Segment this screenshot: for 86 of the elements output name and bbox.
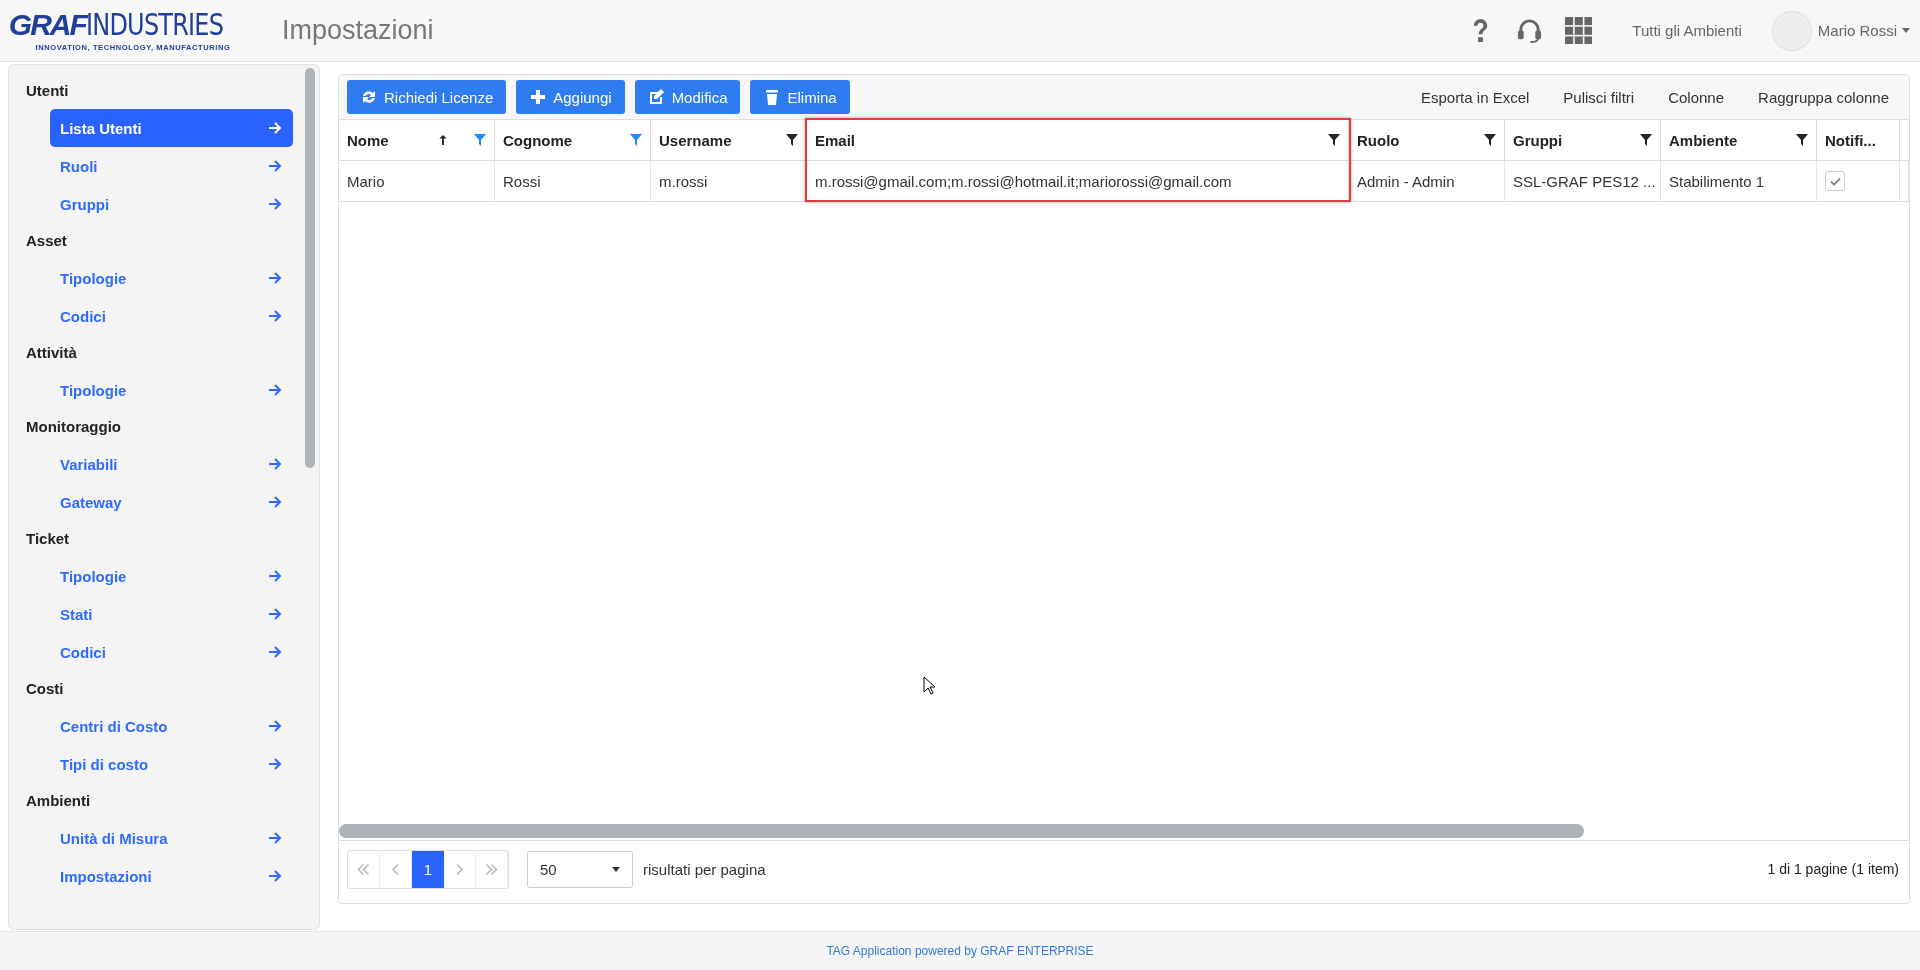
section-heading: Utenti (25, 81, 70, 101)
sidebar-item[interactable]: Gateway (50, 483, 293, 521)
sidebar-item[interactable]: Ruoli (50, 147, 293, 185)
arrow-right-icon (268, 832, 282, 844)
arrow-right-icon (268, 310, 282, 322)
page-summary: 1 di 1 pagine (1 item) (1767, 861, 1899, 877)
toolbar-button[interactable]: Elimina (750, 80, 850, 114)
sidebar-item[interactable]: Stati (50, 595, 293, 633)
refresh-icon (360, 88, 378, 106)
caret-icon (612, 866, 620, 872)
sidebar-item[interactable]: Tipi di costo (50, 745, 293, 783)
arrow-right-icon (268, 570, 282, 582)
sidebar-item[interactable]: Lista Utenti (50, 109, 293, 147)
column-header[interactable]: Ambiente (1660, 120, 1817, 161)
sidebar-item[interactable]: Centri di Costo (50, 707, 293, 745)
filter-icon[interactable] (786, 134, 798, 146)
arrow-right-icon (268, 870, 282, 882)
column-header[interactable]: Nome (339, 120, 495, 161)
column-header[interactable]: Notifi... (1816, 120, 1900, 161)
sidebar-item[interactable]: Tipologie (50, 259, 293, 297)
footer-text: TAG Application powered by GRAF ENTERPRISE (826, 944, 1094, 958)
sidebar-item[interactable]: Variabili (50, 445, 293, 483)
user-menu[interactable]: Mario Rossi (1817, 22, 1910, 39)
section-heading: Monitoraggio (25, 417, 122, 437)
arrow-right-icon (268, 646, 282, 658)
arrow-right-icon (268, 496, 282, 508)
filter-icon[interactable] (1640, 134, 1652, 146)
table-cell: Rossi (494, 160, 651, 202)
sort-arrow-icon[interactable] (438, 134, 448, 146)
sidebar-item[interactable]: Tipologie (50, 557, 293, 595)
column-header[interactable]: Ruolo (1348, 120, 1505, 161)
arrow-right-icon (268, 160, 282, 172)
headset-icon[interactable] (1516, 17, 1544, 44)
sidebar-item[interactable]: Impostazioni (50, 857, 293, 895)
filter-icon[interactable] (1796, 134, 1808, 146)
page-title: Impostazioni (282, 15, 434, 46)
section-heading: Costi (25, 679, 65, 699)
section-heading: Ticket (25, 529, 71, 549)
sidebar-item[interactable]: Codici (50, 297, 293, 335)
notification-checkbox[interactable] (1825, 171, 1845, 191)
table-cell: Mario (339, 160, 495, 202)
section-heading: Attività (25, 343, 78, 363)
filter-icon[interactable] (1328, 134, 1340, 146)
arrow-right-icon (268, 272, 282, 284)
page-size-label: risultati per pagina (643, 860, 766, 878)
filter-icon[interactable] (1484, 134, 1496, 146)
column-header[interactable]: Gruppi (1504, 120, 1661, 161)
sidebar-item[interactable]: Unità di Misura (50, 819, 293, 857)
mouse-cursor-icon (923, 676, 935, 695)
page-size-dropdown[interactable]: 50 (527, 850, 633, 888)
toolbar-button[interactable]: Richiedi Licenze (347, 80, 507, 114)
table-cell: m.rossi (650, 160, 807, 202)
plus-icon (529, 88, 548, 106)
arrow-right-icon (268, 758, 282, 770)
arrow-right-icon (268, 458, 282, 470)
sidebar-item[interactable]: Codici (50, 633, 293, 671)
table-cell: Stabilimento 1 (1660, 160, 1817, 202)
arrow-right-icon (268, 198, 282, 210)
table-cell: SSL-GRAF PES12 ... (1504, 160, 1661, 202)
toolbar-button[interactable]: Aggiungi (516, 80, 625, 114)
apps-grid-icon[interactable] (1565, 17, 1593, 44)
column-header[interactable]: Cognome (494, 120, 651, 161)
scrollbar-thumb[interactable] (339, 824, 1584, 838)
table-cell: Admin - Admin (1348, 160, 1505, 202)
section-heading: Asset (25, 231, 68, 251)
toolbar-link[interactable]: Pulisci filtri (1563, 88, 1635, 106)
arrow-right-icon (268, 384, 282, 396)
section-heading: Ambienti (25, 791, 92, 811)
scrollbar-thumb[interactable] (305, 68, 315, 468)
toolbar-link[interactable]: Colonne (1668, 88, 1725, 106)
toolbar-link[interactable]: Raggruppa colonne (1758, 88, 1889, 106)
arrow-right-icon (268, 720, 282, 732)
toolbar-button[interactable]: Modifica (634, 80, 741, 114)
page-button[interactable]: 1 (412, 850, 444, 888)
table-cell: m.rossi@gmail.com;m.rossi@hotmail.it;mariorossi@gmail.com (806, 160, 1349, 202)
column-header[interactable]: Username (650, 120, 807, 161)
edit-icon (647, 88, 666, 106)
sidebar-item[interactable]: Gruppi (50, 185, 293, 223)
arrow-right-icon (268, 608, 282, 620)
checkmark-icon (1829, 176, 1841, 186)
caret-icon (1902, 28, 1910, 33)
column-header[interactable]: Email (806, 120, 1349, 161)
toolbar-link[interactable]: Esporta in Excel (1420, 88, 1530, 106)
arrow-right-icon (268, 122, 282, 134)
environment-selector[interactable]: Tutti gli Ambienti (1632, 22, 1742, 39)
sidebar-item[interactable]: Tipologie (50, 371, 293, 409)
